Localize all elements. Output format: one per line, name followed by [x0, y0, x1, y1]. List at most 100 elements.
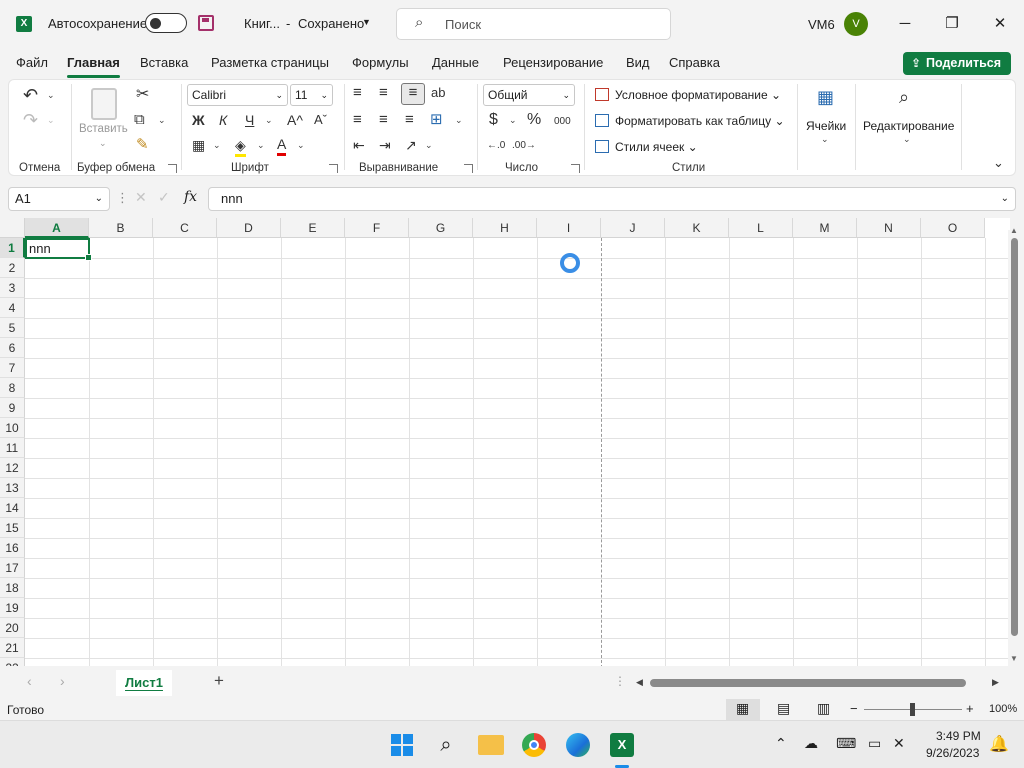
- user-name[interactable]: VM6: [808, 17, 835, 32]
- increase-indent-icon[interactable]: ⇥: [379, 136, 391, 154]
- italic-button[interactable]: К: [219, 111, 227, 129]
- cells-button[interactable]: Ячейки: [806, 119, 846, 133]
- borders-dropdown-icon[interactable]: ⌄: [213, 140, 221, 151]
- ribbon-options-chevron-icon[interactable]: ⌄: [993, 154, 1004, 172]
- font-size-select[interactable]: 11 ⌄: [290, 84, 333, 106]
- sheet-tab-1[interactable]: Лист1: [116, 670, 172, 696]
- row-header[interactable]: 5: [0, 318, 25, 338]
- align-left-icon[interactable]: ≡: [353, 111, 362, 129]
- minimize-icon[interactable]: ─: [890, 10, 920, 38]
- tab-review[interactable]: Рецензирование: [503, 55, 603, 70]
- horizontal-scrollbar[interactable]: ◀ ▶: [636, 677, 1004, 689]
- tab-home[interactable]: Главная: [67, 55, 120, 78]
- column-header[interactable]: C: [153, 218, 217, 238]
- decrease-font-icon[interactable]: Aˇ: [314, 111, 327, 129]
- next-sheet-icon[interactable]: ›: [60, 673, 65, 689]
- font-name-select[interactable]: Calibri ⌄: [187, 84, 288, 106]
- column-header[interactable]: N: [857, 218, 921, 238]
- thousands-button[interactable]: 000: [554, 113, 571, 131]
- notification-bell-icon[interactable]: 🔔: [989, 734, 1009, 754]
- column-header[interactable]: A: [25, 218, 89, 238]
- editing-button[interactable]: Редактирование: [863, 119, 954, 133]
- font-color-dropdown-icon[interactable]: ⌄: [297, 140, 305, 151]
- align-right-icon[interactable]: ≡: [405, 111, 414, 129]
- paste-dropdown-icon[interactable]: ⌄: [99, 138, 107, 149]
- row-header[interactable]: 4: [0, 298, 25, 318]
- row-header[interactable]: 19: [0, 598, 25, 618]
- align-top-icon[interactable]: ≡: [353, 84, 362, 102]
- row-header[interactable]: 9: [0, 398, 25, 418]
- orientation-icon[interactable]: ↗: [405, 136, 417, 154]
- align-bottom-icon[interactable]: ≡: [401, 83, 425, 105]
- number-format-select[interactable]: Общий ⌄: [483, 84, 575, 106]
- column-header[interactable]: O: [921, 218, 985, 238]
- row-header[interactable]: 21: [0, 638, 25, 658]
- cell-styles-button[interactable]: Стили ячеек ⌄: [595, 140, 698, 154]
- column-header[interactable]: J: [601, 218, 665, 238]
- zoom-out-button[interactable]: −: [850, 701, 858, 716]
- formula-input[interactable]: nnn ⌄: [208, 187, 1016, 211]
- align-center-icon[interactable]: ≡: [379, 111, 388, 129]
- scroll-down-icon[interactable]: ▼: [1010, 654, 1018, 663]
- keyboard-icon[interactable]: ⌨: [836, 735, 856, 752]
- edge-icon[interactable]: [566, 733, 590, 757]
- chevron-down-icon[interactable]: ▼: [362, 17, 371, 27]
- currency-dropdown-icon[interactable]: ⌄: [509, 115, 517, 126]
- page-break-view-icon[interactable]: ▥: [817, 700, 830, 717]
- decrease-indent-icon[interactable]: ⇤: [353, 136, 365, 154]
- close-icon[interactable]: ✕: [985, 10, 1015, 38]
- row-header[interactable]: 3: [0, 278, 25, 298]
- tab-splitter-icon[interactable]: ⋮: [614, 674, 626, 688]
- paste-label[interactable]: Вставить: [79, 123, 128, 135]
- tab-formulas[interactable]: Формулы: [352, 55, 409, 70]
- find-icon[interactable]: ⌕: [899, 88, 909, 106]
- cell-a1[interactable]: nnn: [25, 238, 92, 261]
- prev-sheet-icon[interactable]: ‹: [27, 673, 32, 689]
- align-middle-icon[interactable]: ≡: [379, 84, 388, 102]
- row-header[interactable]: 22: [0, 658, 25, 666]
- horizontal-scroll-thumb[interactable]: [650, 679, 966, 687]
- row-header[interactable]: 13: [0, 478, 25, 498]
- share-button[interactable]: Поделиться: [903, 52, 1011, 75]
- clipboard-launcher-icon[interactable]: [168, 164, 177, 173]
- add-sheet-button[interactable]: +: [214, 671, 224, 691]
- zoom-slider-handle[interactable]: [910, 703, 915, 716]
- column-header[interactable]: E: [281, 218, 345, 238]
- borders-icon[interactable]: ▦: [192, 136, 205, 154]
- scroll-right-icon[interactable]: ▶: [992, 677, 999, 688]
- row-header[interactable]: 12: [0, 458, 25, 478]
- increase-decimal-icon[interactable]: ←.0: [487, 137, 505, 155]
- tab-file[interactable]: Файл: [16, 55, 48, 70]
- row-header[interactable]: 15: [0, 518, 25, 538]
- row-header[interactable]: 11: [0, 438, 25, 458]
- autosave-toggle[interactable]: [145, 13, 187, 33]
- copy-dropdown-icon[interactable]: ⌄: [158, 115, 166, 126]
- decrease-decimal-icon[interactable]: .00→: [512, 137, 536, 155]
- alignment-launcher-icon[interactable]: [464, 164, 473, 173]
- vertical-scroll-thumb[interactable]: [1011, 238, 1018, 636]
- clock-time[interactable]: 3:49 PM: [936, 729, 981, 743]
- column-header[interactable]: D: [217, 218, 281, 238]
- chevron-up-icon[interactable]: ⌃: [775, 735, 787, 752]
- clock-date[interactable]: 9/26/2023: [926, 746, 979, 760]
- column-header[interactable]: H: [473, 218, 537, 238]
- paste-icon[interactable]: [91, 88, 117, 120]
- vertical-scrollbar[interactable]: ▲ ▼: [1008, 226, 1024, 666]
- document-status[interactable]: Сохранено: [298, 16, 364, 31]
- underline-button[interactable]: Ч: [245, 111, 254, 129]
- avatar[interactable]: V: [844, 12, 868, 36]
- document-name[interactable]: Книг...: [244, 16, 280, 31]
- row-header[interactable]: 10: [0, 418, 25, 438]
- format-painter-icon[interactable]: ✎: [136, 136, 149, 154]
- scroll-up-icon[interactable]: ▲: [1010, 226, 1018, 235]
- column-header[interactable]: L: [729, 218, 793, 238]
- more-options-icon[interactable]: ⋮: [116, 190, 129, 206]
- undo-dropdown-icon[interactable]: ⌄: [47, 90, 55, 101]
- tab-help[interactable]: Справка: [669, 55, 720, 70]
- column-header[interactable]: F: [345, 218, 409, 238]
- search-box[interactable]: ⌕ Поиск: [396, 8, 671, 40]
- number-launcher-icon[interactable]: [571, 164, 580, 173]
- tab-insert[interactable]: Вставка: [140, 55, 188, 70]
- editing-dropdown-icon[interactable]: ⌄: [903, 134, 911, 145]
- excel-taskbar-icon[interactable]: X: [610, 733, 634, 757]
